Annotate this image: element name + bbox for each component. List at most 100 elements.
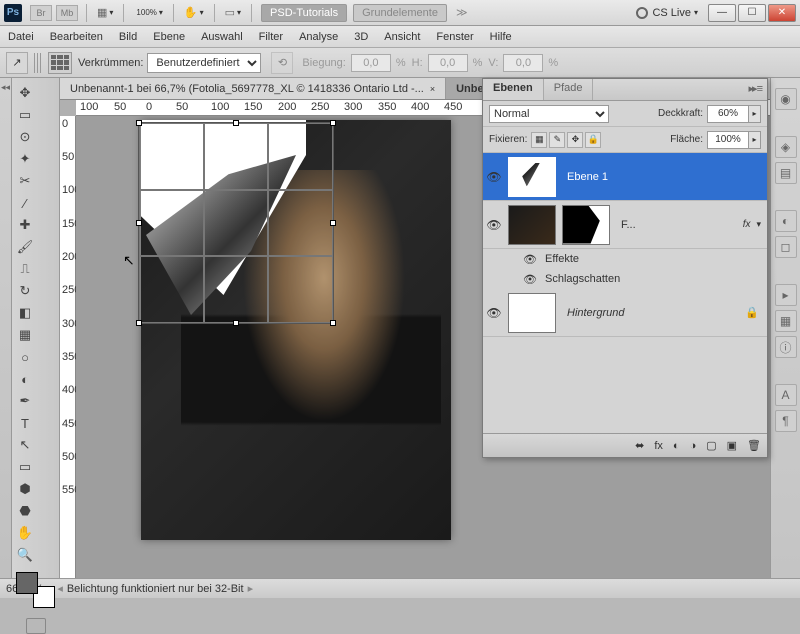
menu-auswahl[interactable]: Auswahl: [201, 31, 243, 43]
layer-thumbnail[interactable]: [508, 293, 556, 333]
move-tool[interactable]: ✥: [15, 83, 35, 103]
paragraph-panel-icon[interactable]: ¶: [775, 410, 797, 432]
close-icon[interactable]: ×: [430, 84, 435, 94]
layer-hintergrund[interactable]: 👁 Hintergrund 🔒: [483, 289, 767, 337]
lock-pixels-icon[interactable]: ✎: [549, 132, 565, 148]
heal-tool[interactable]: ✚: [15, 215, 35, 235]
history-panel-icon[interactable]: ▸: [775, 284, 797, 306]
fx-schlagschatten[interactable]: 👁Schlagschatten: [483, 269, 767, 289]
character-panel-icon[interactable]: A: [775, 384, 797, 406]
fx-effekte[interactable]: 👁Effekte: [483, 249, 767, 269]
grip-icon[interactable]: [34, 53, 42, 73]
crop-tool[interactable]: ✂: [15, 171, 35, 191]
layer-name[interactable]: F...: [613, 219, 743, 231]
menu-bearbeiten[interactable]: Bearbeiten: [50, 31, 103, 43]
warp-grid-icon[interactable]: [48, 52, 72, 74]
fg-color[interactable]: [16, 572, 38, 594]
layer-mask-thumbnail[interactable]: [562, 205, 610, 245]
history-brush-tool[interactable]: ↻: [15, 281, 35, 301]
fill-arrow[interactable]: ▸: [749, 131, 761, 149]
collapse-fx-icon[interactable]: ▾: [756, 219, 761, 230]
blur-tool[interactable]: ○: [15, 347, 35, 367]
arrow-left-icon[interactable]: ◂: [57, 582, 63, 595]
delete-layer-icon[interactable]: 🗑: [747, 439, 761, 452]
menu-analyse[interactable]: Analyse: [299, 31, 338, 43]
visibility-icon[interactable]: 👁: [483, 306, 505, 320]
hand-dropdown[interactable]: ✋▾: [184, 6, 204, 19]
zoom-tool[interactable]: 🔍: [15, 545, 35, 565]
arrow-right-icon[interactable]: ▸: [248, 582, 254, 595]
h-field[interactable]: 0,0: [428, 54, 468, 72]
channels-panel-icon[interactable]: ▤: [775, 162, 797, 184]
new-layer-icon[interactable]: ▣: [727, 439, 737, 452]
pen-tool[interactable]: ✒: [15, 391, 35, 411]
fill-field[interactable]: 100%: [707, 131, 749, 149]
menu-3d[interactable]: 3D: [354, 31, 368, 43]
minibridge-button[interactable]: Mb: [56, 5, 78, 21]
workspace-psd-tutorials[interactable]: PSD-Tutorials: [261, 4, 347, 22]
fx-icon[interactable]: fx: [654, 440, 663, 452]
ruler-vertical[interactable]: 050100150200250300350400450500550: [60, 116, 76, 578]
panel-menu-icon[interactable]: ▸▸ ≡: [742, 79, 767, 100]
opacity-field[interactable]: 60%: [707, 105, 749, 123]
workspace-grundelemente[interactable]: Grundelemente: [353, 4, 447, 22]
visibility-icon[interactable]: 👁: [483, 218, 505, 232]
menu-ebene[interactable]: Ebene: [153, 31, 185, 43]
warp-transform-box[interactable]: [138, 122, 334, 324]
menu-filter[interactable]: Filter: [259, 31, 283, 43]
left-collapse-strip[interactable]: ◂◂: [0, 78, 12, 578]
eyedropper-tool[interactable]: ⁄: [15, 193, 35, 213]
layer-name[interactable]: Hintergrund: [559, 307, 745, 319]
dodge-tool[interactable]: ◐: [15, 369, 35, 389]
menu-ansicht[interactable]: Ansicht: [384, 31, 420, 43]
add-mask-icon[interactable]: ◐: [673, 440, 680, 452]
lock-position-icon[interactable]: ✥: [567, 132, 583, 148]
lasso-tool[interactable]: ⊙: [15, 127, 35, 147]
marquee-tool[interactable]: ▭: [15, 105, 35, 125]
menu-fenster[interactable]: Fenster: [436, 31, 473, 43]
group-icon[interactable]: ▢: [706, 439, 716, 452]
bend-field[interactable]: 0,0: [351, 54, 391, 72]
color-swatches[interactable]: [16, 572, 55, 608]
menu-bild[interactable]: Bild: [119, 31, 137, 43]
adjustment-layer-icon[interactable]: ◑: [690, 440, 697, 452]
color-panel-icon[interactable]: ◉: [775, 88, 797, 110]
screen-mode-dropdown[interactable]: ▭▾: [225, 6, 241, 19]
masks-panel-icon[interactable]: ◻: [775, 236, 797, 258]
visibility-icon[interactable]: 👁: [483, 170, 505, 184]
doc-tab-1[interactable]: Unbenannt-1 bei 66,7% (Fotolia_5697778_X…: [60, 78, 446, 99]
path-tool[interactable]: ↖: [15, 435, 35, 455]
v-field[interactable]: 0,0: [503, 54, 543, 72]
stamp-tool[interactable]: ⎍: [15, 259, 35, 279]
menu-datei[interactable]: Datei: [8, 31, 34, 43]
type-tool[interactable]: T: [15, 413, 35, 433]
3d-camera-tool[interactable]: ⬣: [15, 501, 35, 521]
arrange-dropdown[interactable]: ▦▾: [97, 6, 113, 19]
quick-mask-toggle[interactable]: [26, 618, 46, 634]
more-workspaces[interactable]: ≫: [456, 6, 468, 19]
wand-tool[interactable]: ✦: [15, 149, 35, 169]
layer-name[interactable]: Ebene 1: [559, 171, 767, 183]
maximize-button[interactable]: ☐: [738, 4, 766, 22]
opacity-arrow[interactable]: ▸: [749, 105, 761, 123]
info-panel-icon[interactable]: ⓘ: [775, 336, 797, 358]
menu-hilfe[interactable]: Hilfe: [490, 31, 512, 43]
3d-tool[interactable]: ⬢: [15, 479, 35, 499]
lock-all-icon[interactable]: 🔒: [585, 132, 601, 148]
layer-ebene-1[interactable]: 👁 Ebene 1: [483, 153, 767, 201]
layer-thumbnail[interactable]: [508, 157, 556, 197]
actions-panel-icon[interactable]: ▦: [775, 310, 797, 332]
cslive-button[interactable]: CS Live▾: [636, 7, 698, 19]
tab-pfade[interactable]: Pfade: [544, 79, 594, 100]
shape-tool[interactable]: ▭: [15, 457, 35, 477]
bridge-button[interactable]: Br: [30, 5, 52, 21]
adjustments-panel-icon[interactable]: ◐: [775, 210, 797, 232]
layer-thumbnail[interactable]: [508, 205, 556, 245]
link-layers-icon[interactable]: ⬌: [635, 439, 644, 452]
hand-tool[interactable]: ✋: [15, 523, 35, 543]
warp-mode-select[interactable]: Benutzerdefiniert: [147, 53, 261, 73]
layers-panel-icon[interactable]: ◈: [775, 136, 797, 158]
tab-ebenen[interactable]: Ebenen: [483, 79, 544, 100]
eraser-tool[interactable]: ◧: [15, 303, 35, 323]
minimize-button[interactable]: —: [708, 4, 736, 22]
